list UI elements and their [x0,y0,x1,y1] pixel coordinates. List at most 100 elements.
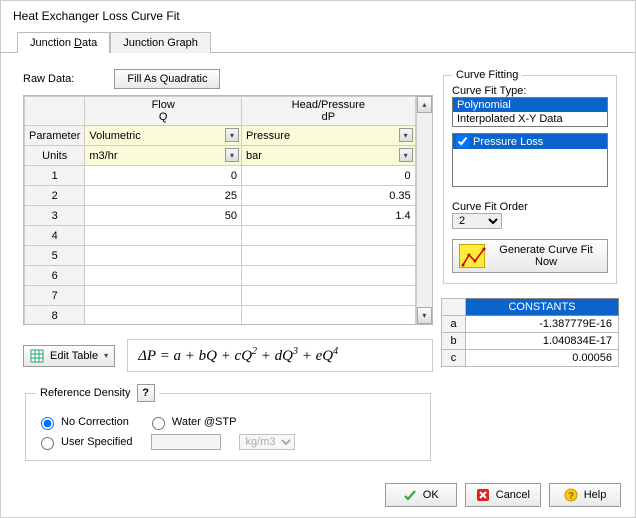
constant-name: a [442,316,466,333]
dialog-footer: OK Cancel ? Help [1,473,635,517]
constants-table: CONSTANTS a-1.387779E-16b1.040834E-17c0.… [441,298,619,367]
row-number: 4 [25,226,85,246]
row-number: 8 [25,306,85,326]
flow-cell[interactable] [85,246,242,266]
curve-fit-type-polynomial[interactable]: Polynomial [453,98,607,112]
ok-button[interactable]: OK [385,483,457,507]
head-units-select[interactable]: bar ▾ [242,146,416,166]
no-correction-radio[interactable]: No Correction [36,414,129,430]
constant-row: c0.00056 [442,350,619,367]
constant-row: a-1.387779E-16 [442,316,619,333]
chevron-down-icon: ▾ [225,148,239,162]
raw-data-table-container: Flow Q Head/Pressure dP Parameter Volume… [23,95,433,325]
dp-cell[interactable] [242,306,416,326]
dp-cell[interactable] [242,266,416,286]
close-icon [476,488,490,502]
dp-cell[interactable]: 1.4 [242,206,416,226]
edit-table-button[interactable]: Edit Table ▾ [23,345,115,367]
window-title: Heat Exchanger Loss Curve Fit [1,1,635,27]
generate-curve-fit-button[interactable]: Generate Curve Fit Now [452,239,608,273]
fill-as-quadratic-button[interactable]: Fill As Quadratic [114,69,220,89]
dp-cell[interactable] [242,246,416,266]
flow-parameter-select[interactable]: Volumetric ▾ [85,126,242,146]
table-row[interactable]: 5 [25,246,416,266]
constant-name: b [442,333,466,350]
flow-cell[interactable]: 50 [85,206,242,226]
table-scrollbar[interactable]: ▴ ▾ [416,96,432,324]
table-row[interactable]: 6 [25,266,416,286]
reference-density-group: Reference Density ? No Correction Water … [25,384,431,461]
reference-density-legend: Reference Density [40,387,131,399]
flow-cell[interactable]: 0 [85,166,242,186]
flow-cell[interactable] [85,306,242,326]
curve-fitting-group: Curve Fitting Curve Fit Type: Polynomial… [443,69,617,284]
dp-cell[interactable]: 0.35 [242,186,416,206]
curve-fit-type-interpolated[interactable]: Interpolated X-Y Data [453,112,607,126]
flow-cell[interactable] [85,286,242,306]
constants-header: CONSTANTS [466,299,619,316]
chart-icon [459,244,485,268]
curve-fit-type-label: Curve Fit Type: [452,85,608,97]
curve-fit-series-list[interactable]: Pressure Loss [452,133,608,187]
user-density-units-select: kg/m3 [239,434,295,450]
row-number: 6 [25,266,85,286]
row-number: 7 [25,286,85,306]
dp-cell[interactable] [242,286,416,306]
row-number: 1 [25,166,85,186]
constant-value: -1.387779E-16 [466,316,619,333]
formula-display: ΔP = a + bQ + cQ2 + dQ3 + eQ4 [127,339,433,372]
curve-fitting-legend: Curve Fitting [452,69,522,81]
chevron-down-icon: ▾ [399,128,413,142]
units-row-header: Units [25,146,85,166]
constant-name: c [442,350,466,367]
help-button[interactable]: ? Help [549,483,621,507]
cancel-button[interactable]: Cancel [465,483,541,507]
flow-cell[interactable] [85,226,242,246]
parameter-row-header: Parameter [25,126,85,146]
checkmark-icon [403,488,417,502]
user-density-input [151,434,221,450]
flow-cell[interactable] [85,266,242,286]
svg-text:?: ? [568,491,574,502]
pressure-loss-check-row[interactable]: Pressure Loss [453,134,607,149]
raw-data-table[interactable]: Flow Q Head/Pressure dP Parameter Volume… [24,96,416,325]
reference-density-help-button[interactable]: ? [137,384,155,402]
curve-fit-order-select[interactable]: 2 [452,213,502,229]
water-stp-radio[interactable]: Water @STP [147,414,237,430]
dp-cell[interactable]: 0 [242,166,416,186]
constant-row: b1.040834E-17 [442,333,619,350]
head-parameter-select[interactable]: Pressure ▾ [242,126,416,146]
table-row[interactable]: 4 [25,226,416,246]
constant-value: 0.00056 [466,350,619,367]
chevron-down-icon: ▾ [104,351,108,360]
constants-table-container: CONSTANTS a-1.387779E-16b1.040834E-17c0.… [441,298,619,367]
tab-junction-graph[interactable]: Junction Graph [110,32,211,53]
curve-fit-order-label: Curve Fit Order [452,201,608,213]
row-number: 3 [25,206,85,226]
scroll-down-button[interactable]: ▾ [417,307,432,324]
tab-strip: Junction Data Junction Graph [1,31,635,53]
table-row[interactable]: 8 [25,306,416,326]
raw-data-label: Raw Data: [23,73,74,85]
table-row[interactable]: 2250.35 [25,186,416,206]
table-icon [30,349,44,363]
help-icon: ? [564,488,578,502]
pressure-loss-checkbox[interactable] [456,135,469,148]
table-row[interactable]: 100 [25,166,416,186]
tab-junction-data[interactable]: Junction Data [17,32,110,53]
chevron-down-icon: ▾ [225,128,239,142]
dp-cell[interactable] [242,226,416,246]
table-row[interactable]: 7 [25,286,416,306]
row-number: 2 [25,186,85,206]
curve-fit-type-list[interactable]: Polynomial Interpolated X-Y Data [452,97,608,127]
flow-units-select[interactable]: m3/hr ▾ [85,146,242,166]
flow-cell[interactable]: 25 [85,186,242,206]
corner-header [25,97,85,126]
row-number: 5 [25,246,85,266]
scroll-up-button[interactable]: ▴ [417,96,432,113]
user-specified-radio[interactable]: User Specified [36,434,133,450]
table-row[interactable]: 3501.4 [25,206,416,226]
head-header: Head/Pressure dP [242,97,416,126]
chevron-down-icon: ▾ [399,148,413,162]
constant-value: 1.040834E-17 [466,333,619,350]
